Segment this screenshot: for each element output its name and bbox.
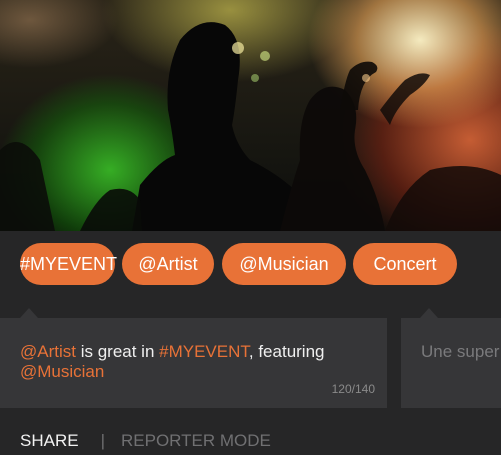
tag-artist[interactable]: @Artist xyxy=(122,243,214,285)
card-pointer xyxy=(20,308,38,318)
tab-separator: | xyxy=(100,431,105,450)
post-text-part1: is great in xyxy=(75,342,160,361)
post-text: @Artist is great in #MYEVENT, featuring … xyxy=(20,342,350,382)
tab-reporter-mode[interactable]: REPORTER MODE xyxy=(121,431,271,450)
hashtag-bar: #MYEVENT @Artist @Musician Concert xyxy=(0,243,501,285)
tag-musician[interactable]: @Musician xyxy=(222,243,346,285)
post-card-2[interactable]: Une super xyxy=(401,318,501,408)
concert-photo xyxy=(0,0,501,231)
post-text-part2: , featuring xyxy=(248,342,325,361)
bottom-tabs: SHARE | REPORTER MODE xyxy=(20,431,271,455)
tab-share[interactable]: SHARE xyxy=(20,431,79,450)
post-hashtag[interactable]: #MYEVENT xyxy=(159,342,249,361)
card2-pointer xyxy=(420,308,438,318)
post2-preview-text: Une super xyxy=(421,342,500,361)
tag-myevent[interactable]: #MYEVENT xyxy=(20,243,117,285)
post-mention-musician[interactable]: @Musician xyxy=(20,362,104,381)
tag-concert[interactable]: Concert xyxy=(353,243,457,285)
post-card[interactable]: @Artist is great in #MYEVENT, featuring … xyxy=(0,318,387,408)
post-mention-artist[interactable]: @Artist xyxy=(20,342,76,361)
character-counter: 120/140 xyxy=(331,382,375,396)
